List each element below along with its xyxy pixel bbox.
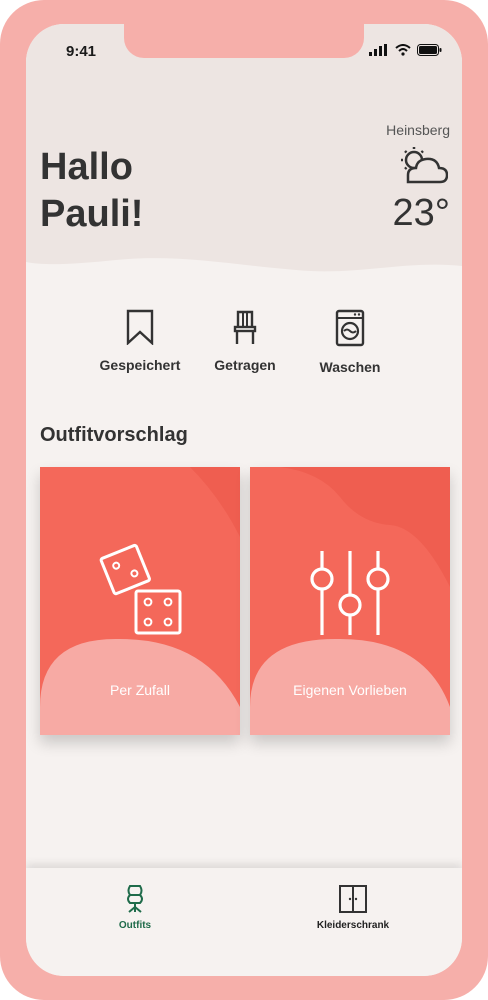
bottom-tab-bar: Outfits Kleiderschrank [26,868,462,976]
tab-label: Outfits [118,920,152,931]
card-random[interactable]: Per Zufall [40,467,240,735]
quick-action-label: Waschen [319,359,381,375]
quick-action-wash[interactable]: Waschen [312,309,388,375]
location-label: Heinsberg [386,122,450,138]
quick-action-label: Gespeichert [99,357,181,373]
quick-action-saved[interactable]: Gespeichert [98,309,182,373]
greeting-heading: Hallo Pauli! [40,146,144,235]
temperature-value: 23° [392,192,450,234]
device-frame: 9:41 Hallo Pauli! Heinsberg 23° Gespeich… [0,0,488,1000]
quick-action-label: Getragen [214,357,276,373]
mannequin-icon [127,885,143,913]
partly-cloudy-icon [401,147,448,184]
app-screen: 9:41 Hallo Pauli! Heinsberg 23° Gespeich… [26,24,462,976]
quick-action-worn[interactable]: Getragen [208,309,282,373]
device-notch [124,24,364,58]
status-icons [369,44,442,56]
card-preferences[interactable]: Eigenen Vorlieben [250,467,450,735]
tab-outfits[interactable]: Outfits [108,884,162,931]
tab-wardrobe[interactable]: Kleiderschrank [308,884,398,931]
wardrobe-icon [339,885,367,913]
battery-icon [417,44,442,56]
card-label: Eigenen Vorlieben [293,682,407,698]
bookmark-icon [126,309,154,345]
signal-icon [369,44,387,56]
dice-icon [99,543,182,635]
chair-icon [233,310,257,344]
sliders-icon [310,551,390,635]
card-label: Per Zufall [110,682,170,698]
washing-machine-icon [335,309,365,347]
wifi-icon [395,44,411,56]
section-title: Outfitvorschlag [40,424,188,446]
status-time: 9:41 [66,43,97,60]
tab-label: Kleiderschrank [316,920,390,931]
